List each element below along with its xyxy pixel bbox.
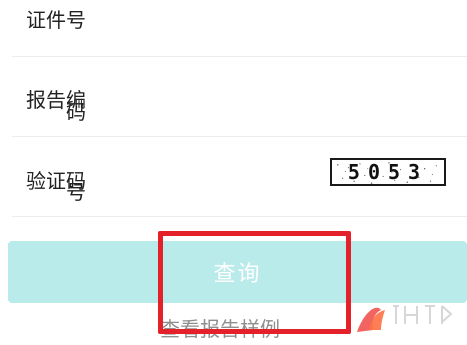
report-number-row[interactable]: 报告编 码 — [0, 57, 467, 136]
captcha-code: 5053 — [347, 160, 429, 184]
captcha-image[interactable]: 5053 — [330, 158, 446, 186]
divider-3 — [12, 216, 467, 217]
id-number-row[interactable]: 证件号 — [0, 0, 467, 56]
watermark-logo-icon — [357, 305, 453, 332]
captcha-label-wrap: 号 — [66, 180, 86, 204]
view-sample-report-link[interactable]: 查看报告样例 — [160, 313, 280, 342]
id-number-label: 证件号 — [26, 8, 86, 32]
report-number-label-wrap: 码 — [66, 100, 86, 124]
